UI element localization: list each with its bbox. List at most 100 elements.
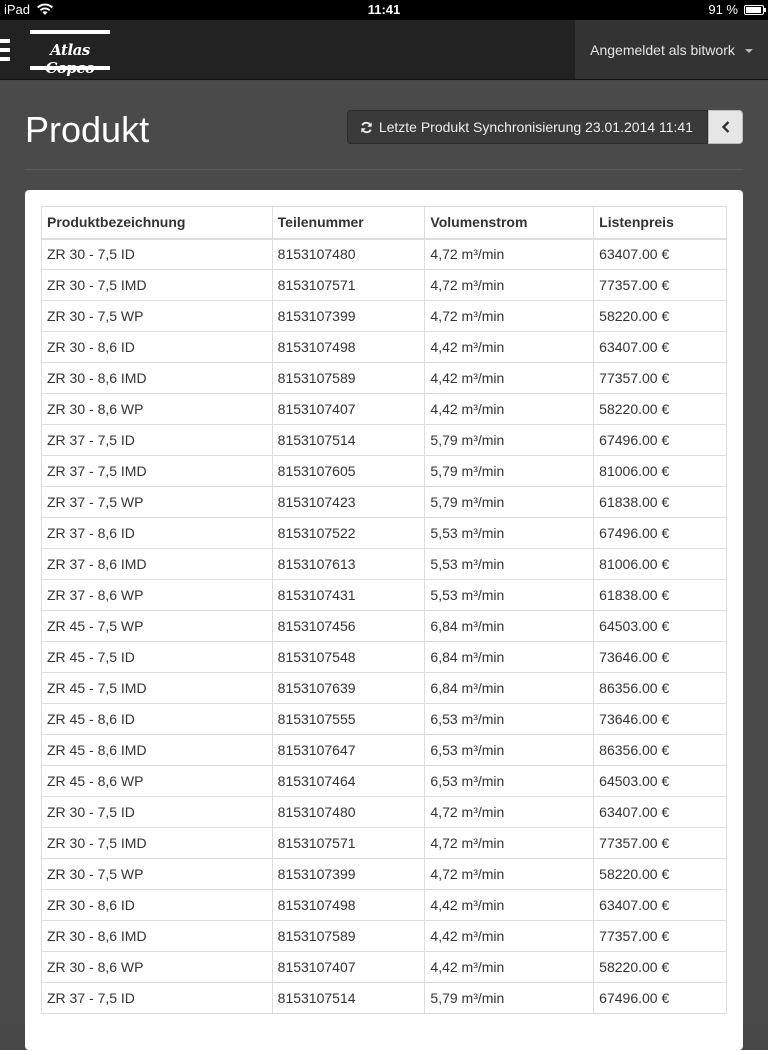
product-name-cell: ZR 45 - 7,5 IMD [41, 672, 273, 704]
list-price-cell: 63407.00 € [593, 238, 727, 270]
product-name-cell: ZR 30 - 7,5 IMD [41, 269, 273, 301]
sync-button[interactable]: Letzte Produkt Synchronisierung 23.01.20… [346, 110, 708, 144]
table-row[interactable]: ZR 37 - 8,6 ID 8153107522 5,53 m³/min 67496… [41, 517, 727, 549]
part-number-cell: 8153107431 [271, 579, 426, 611]
status-bar: iPad 11:41 91 % [0, 0, 768, 20]
list-price-cell: 77357.00 € [593, 269, 727, 301]
part-number-cell: 8153107464 [271, 765, 426, 797]
volume-flow-cell: 4,42 m³/min [424, 331, 595, 363]
table-body: ZR 30 - 7,5 ID 8153107480 4,72 m³/min 63407… [41, 238, 727, 1014]
table-row[interactable]: ZR 45 - 8,6 ID 8153107555 6,53 m³/min 73646… [41, 703, 727, 735]
table-row[interactable]: ZR 30 - 7,5 ID 8153107480 4,72 m³/min 63407… [41, 796, 727, 828]
table-row[interactable]: ZR 37 - 7,5 WP 8153107423 5,79 m³/min 61838… [41, 486, 727, 518]
list-price-cell: 61838.00 € [593, 579, 727, 611]
list-price-cell: 67496.00 € [593, 517, 727, 549]
list-price-cell: 58220.00 € [593, 951, 727, 983]
product-name-cell: ZR 30 - 7,5 IMD [41, 827, 273, 859]
table-row[interactable]: ZR 45 - 7,5 WP 8153107456 6,84 m³/min 64503… [41, 610, 727, 642]
atlas-copco-logo[interactable]: Atlas Copco [30, 30, 110, 77]
product-name-cell: ZR 37 - 7,5 ID [41, 982, 273, 1014]
product-name-cell: ZR 45 - 8,6 IMD [41, 734, 273, 766]
list-price-cell: 63407.00 € [593, 889, 727, 921]
title-divider [25, 169, 743, 170]
header-product-name[interactable]: Produktbezeichnung [41, 206, 273, 240]
product-name-cell: ZR 30 - 7,5 ID [41, 796, 273, 828]
header-part-number[interactable]: Teilenummer [271, 206, 426, 240]
list-price-cell: 64503.00 € [593, 765, 727, 797]
volume-flow-cell: 6,53 m³/min [424, 703, 595, 735]
product-name-cell: ZR 30 - 7,5 WP [41, 300, 273, 332]
product-name-cell: ZR 37 - 7,5 ID [41, 424, 273, 456]
caret-down-icon [744, 48, 753, 53]
table-row[interactable]: ZR 30 - 7,5 IMD 8153107571 4,72 m³/min 7735… [41, 269, 727, 301]
table-row[interactable]: ZR 30 - 8,6 IMD 8153107589 4,42 m³/min 7735… [41, 362, 727, 394]
part-number-cell: 8153107407 [271, 951, 426, 983]
product-panel: Produktbezeichnung Teilenummer Volumenst… [25, 190, 743, 1050]
table-row[interactable]: ZR 30 - 7,5 ID 8153107480 4,72 m³/min 63407… [41, 238, 727, 270]
table-row[interactable]: ZR 45 - 8,6 WP 8153107464 6,53 m³/min 64503… [41, 765, 727, 797]
part-number-cell: 8153107423 [271, 486, 426, 518]
volume-flow-cell: 4,42 m³/min [424, 951, 595, 983]
product-name-cell: ZR 30 - 8,6 ID [41, 889, 273, 921]
volume-flow-cell: 5,53 m³/min [424, 517, 595, 549]
app-navbar: Atlas Copco Angemeldet als bitwork [0, 20, 768, 80]
table-row[interactable]: ZR 30 - 8,6 ID 8153107498 4,42 m³/min 63407… [41, 889, 727, 921]
table-row[interactable]: ZR 30 - 8,6 IMD 8153107589 4,42 m³/min 7735… [41, 920, 727, 952]
part-number-cell: 8153107639 [271, 672, 426, 704]
table-row[interactable]: ZR 37 - 8,6 IMD 8153107613 5,53 m³/min 8100… [41, 548, 727, 580]
list-price-cell: 77357.00 € [593, 920, 727, 952]
part-number-cell: 8153107522 [271, 517, 426, 549]
list-price-cell: 73646.00 € [593, 641, 727, 673]
header-list-price[interactable]: Listenpreis [593, 206, 727, 240]
table-row[interactable]: ZR 45 - 7,5 IMD 8153107639 6,84 m³/min 8635… [41, 672, 727, 704]
volume-flow-cell: 4,72 m³/min [424, 269, 595, 301]
list-price-cell: 63407.00 € [593, 331, 727, 363]
table-row[interactable]: ZR 45 - 7,5 ID 8153107548 6,84 m³/min 73646… [41, 641, 727, 673]
part-number-cell: 8153107555 [271, 703, 426, 735]
list-price-cell: 73646.00 € [593, 703, 727, 735]
part-number-cell: 8153107407 [271, 393, 426, 425]
list-price-cell: 67496.00 € [593, 982, 727, 1014]
table-row[interactable]: ZR 37 - 7,5 ID 8153107514 5,79 m³/min 67496… [41, 982, 727, 1014]
table-row[interactable]: ZR 37 - 8,6 WP 8153107431 5,53 m³/min 61838… [41, 579, 727, 611]
table-row[interactable]: ZR 37 - 7,5 IMD 8153107605 5,79 m³/min 8100… [41, 455, 727, 487]
volume-flow-cell: 4,42 m³/min [424, 920, 595, 952]
volume-flow-cell: 4,72 m³/min [424, 796, 595, 828]
table-row[interactable]: ZR 30 - 7,5 WP 8153107399 4,72 m³/min 58220… [41, 300, 727, 332]
product-name-cell: ZR 30 - 7,5 WP [41, 858, 273, 890]
product-name-cell: ZR 37 - 8,6 ID [41, 517, 273, 549]
volume-flow-cell: 4,42 m³/min [424, 889, 595, 921]
user-menu-dropdown[interactable]: Angemeldet als bitwork [575, 20, 768, 79]
part-number-cell: 8153107480 [271, 238, 426, 270]
list-price-cell: 61838.00 € [593, 486, 727, 518]
part-number-cell: 8153107613 [271, 548, 426, 580]
table-row[interactable]: ZR 30 - 8,6 WP 8153107407 4,42 m³/min 58220… [41, 393, 727, 425]
volume-flow-cell: 4,72 m³/min [424, 300, 595, 332]
table-row[interactable]: ZR 45 - 8,6 IMD 8153107647 6,53 m³/min 8635… [41, 734, 727, 766]
part-number-cell: 8153107589 [271, 362, 426, 394]
status-time: 11:41 [367, 2, 401, 17]
battery-icon [744, 4, 766, 15]
volume-flow-cell: 4,72 m³/min [424, 858, 595, 890]
volume-flow-cell: 5,79 m³/min [424, 486, 595, 518]
part-number-cell: 8153107399 [271, 300, 426, 332]
table-row[interactable]: ZR 30 - 8,6 ID 8153107498 4,42 m³/min 63407… [41, 331, 727, 363]
header-volume-flow[interactable]: Volumenstrom [424, 206, 595, 240]
list-price-cell: 67496.00 € [593, 424, 727, 456]
volume-flow-cell: 6,53 m³/min [424, 765, 595, 797]
table-row[interactable]: ZR 37 - 7,5 ID 8153107514 5,79 m³/min 67496… [41, 424, 727, 456]
page-title: Produkt [25, 109, 150, 150]
list-price-cell: 86356.00 € [593, 672, 727, 704]
part-number-cell: 8153107571 [271, 269, 426, 301]
collapse-button[interactable] [708, 110, 743, 144]
list-price-cell: 81006.00 € [593, 455, 727, 487]
table-row[interactable]: ZR 30 - 8,6 WP 8153107407 4,42 m³/min 58220… [41, 951, 727, 983]
menu-icon[interactable] [0, 39, 10, 61]
product-name-cell: ZR 30 - 8,6 IMD [41, 920, 273, 952]
volume-flow-cell: 5,79 m³/min [424, 424, 595, 456]
list-price-cell: 58220.00 € [593, 300, 727, 332]
table-row[interactable]: ZR 30 - 7,5 IMD 8153107571 4,72 m³/min 7735… [41, 827, 727, 859]
part-number-cell: 8153107647 [271, 734, 426, 766]
table-row[interactable]: ZR 30 - 7,5 WP 8153107399 4,72 m³/min 58220… [41, 858, 727, 890]
product-name-cell: ZR 45 - 7,5 ID [41, 641, 273, 673]
